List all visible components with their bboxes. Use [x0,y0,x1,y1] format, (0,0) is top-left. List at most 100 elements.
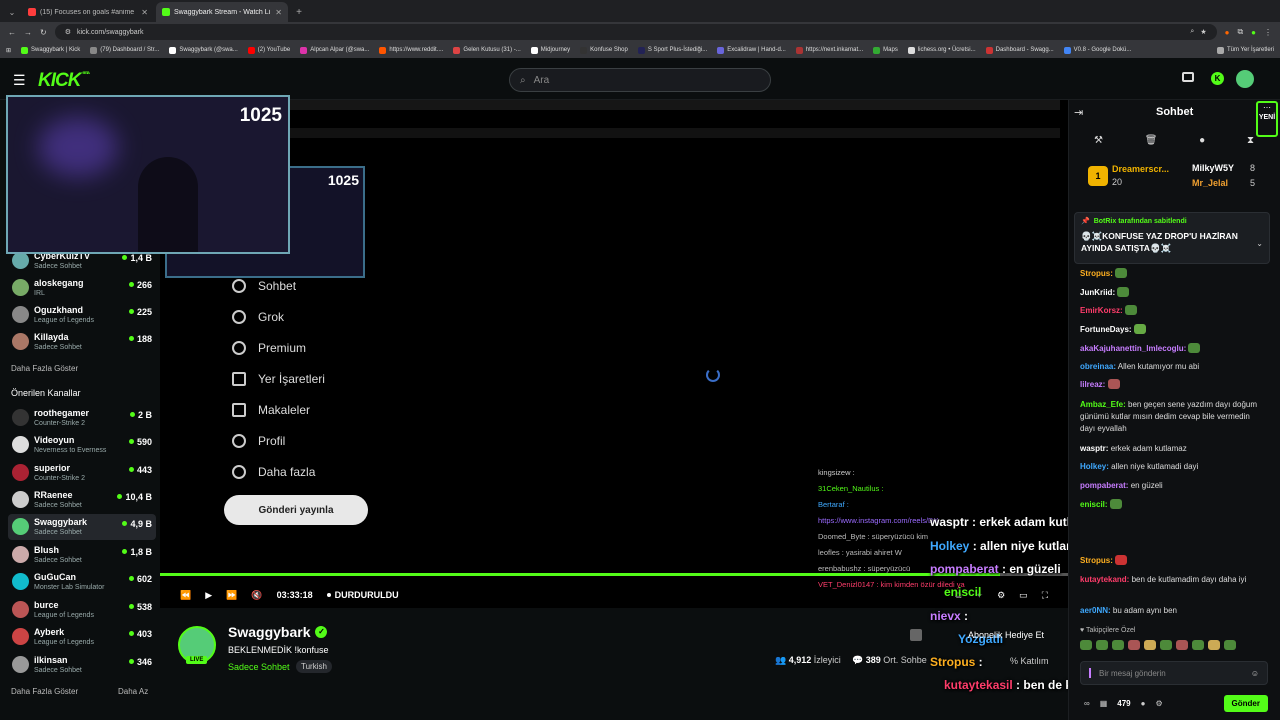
new-tab-button[interactable]: + [290,2,308,22]
channel-item[interactable]: burce League of Legends 538 [8,597,156,623]
forward-icon[interactable]: ⏩ [226,590,237,601]
forward-icon[interactable]: → [24,28,32,37]
stream-mode-icon[interactable] [1182,72,1194,82]
settings-icon[interactable]: ⚙ [1155,699,1162,708]
channel-item[interactable]: GuGuCan Monster Lab Simulator 602 [8,569,156,595]
kick-logo[interactable]: KICK BETA [38,70,90,92]
emote-icon [1133,324,1146,334]
emote-icon[interactable] [1080,640,1092,650]
channel-item[interactable]: superior Counter-Strike 2 443 [8,460,156,486]
collapse-chat-icon[interactable]: ⇥ [1074,106,1083,119]
channel-item[interactable]: ilkinsan Sadece Sohbet 346 [8,652,156,678]
show-more-link[interactable]: Daha Fazla Göster [11,364,78,373]
leaderboard: 1 Dreamerscr... 20 MilkyW5Y 8 Mr_Jelal 5 [1080,160,1268,192]
emote-icon[interactable] [1224,640,1236,650]
browser-menu-icon[interactable]: ⋮ [1264,28,1272,37]
rewind-icon[interactable]: ⏪ [180,590,191,601]
emote-icon[interactable] [1160,640,1172,650]
chat-more-button[interactable]: ⋯ YENİ [1256,101,1278,137]
bookmark-item[interactable]: Maps [873,46,898,54]
kick-k-icon[interactable]: K [1211,72,1224,85]
streamer-name[interactable]: Swaggybark ✓ [228,624,328,640]
bookmark-item[interactable]: Swaggybark | Kick [21,46,80,54]
bookmarks-bar: ⊞ Swaggybark | Kick (79) Dashboard / Str… [0,42,1280,58]
channel-item[interactable]: RRaenee Sadece Sohbet 10,4 B [8,487,156,513]
show-more-link[interactable]: Daha Fazla Göster [11,687,78,696]
bookmark-star-icon[interactable]: ★ [1200,28,1206,36]
reload-icon[interactable]: ↻ [40,28,47,37]
emote-icon[interactable] [1192,640,1204,650]
bookmark-item[interactable]: Excalidraw | Hand-d... [717,46,786,54]
user-avatar[interactable] [1236,70,1254,88]
bookmark-item[interactable]: https://www.reddit.... [379,46,443,54]
bookmark-item[interactable]: lichess.org • Ücretsi... [907,46,976,54]
url-field[interactable]: ⚙ kick.com/swaggybark ⌕ ★ [54,24,1217,40]
chevron-down-icon[interactable]: ⌄ [1256,239,1263,248]
chat-bubble-icon[interactable]: ● [1141,699,1146,708]
channel-item-selected[interactable]: Swaggybark Sadece Sohbet 4,9 B [8,514,156,540]
pinned-message[interactable]: 📌 BotRix tarafından sabitlendi 💀☠️KONFUSE… [1074,212,1270,264]
bookmark-item[interactable]: Swaggybark (@swa... [169,46,238,54]
close-tab-icon[interactable]: ✕ [141,8,148,17]
all-bookmarks[interactable]: Tüm Yer İşaretleri [1216,46,1274,54]
emote-icon[interactable] [1144,640,1156,650]
store-icon[interactable]: ▦ [1100,699,1108,708]
bookmark-item[interactable]: (2) YouTube [247,46,290,54]
overlay-chat-line: nievx : [930,609,969,623]
search-input[interactable]: ⌕ Ara [509,68,771,92]
emote-icon[interactable] [1096,640,1108,650]
send-button[interactable]: Gönder [1223,695,1268,712]
show-less-link[interactable]: Daha Az [118,687,148,696]
channel-item[interactable]: Blush Sadece Sohbet 1,8 B [8,542,156,568]
mute-icon[interactable]: 🔇 [251,590,262,601]
site-info-icon[interactable]: ⚙ [65,28,71,36]
settings-icon[interactable]: ⚙ [997,590,1005,601]
back-icon[interactable]: ← [8,28,16,37]
play-icon[interactable]: ▶ [205,590,212,601]
channel-item[interactable]: aloskegang IRL 266 [8,275,156,301]
chat-bubble-icon[interactable]: ● [1199,135,1205,146]
apps-icon[interactable]: ⊞ [6,47,11,54]
bookmark-item[interactable]: Midjourney [530,46,570,54]
bookmark-item[interactable]: Alpcan Alpar (@swa... [300,46,369,54]
bookmark-item[interactable]: (79) Dashboard / Str... [90,46,159,54]
bookmark-item[interactable]: Dashboard - Swagg... [985,46,1054,54]
channel-item[interactable]: Killayda Sadece Sohbet 188 [8,329,156,355]
browser-tab-active[interactable]: Swaggybark Stream - Watch Li ✕ [156,2,288,22]
language-tag[interactable]: Turkish [296,660,332,673]
fullscreen-icon[interactable]: ⛶ [1042,590,1048,601]
channel-item[interactable]: roothegamer Counter-Strike 22 B [8,405,156,431]
close-tab-icon[interactable]: ✕ [275,8,282,17]
bookmark-item[interactable]: V0.8 - Google Dokü... [1063,46,1131,54]
gift-subscription-button[interactable]: Abonelik Hediye Et [902,626,1052,644]
bookmark-item[interactable]: Konfuse Shop [580,46,628,54]
zoom-icon[interactable]: ⌕ [1190,28,1194,36]
avatar [12,656,29,673]
emote-icon[interactable] [1128,640,1140,650]
channel-item[interactable]: Ayberk League of Legends 403 [8,624,156,650]
bookmark-item[interactable]: https://next.inkarnat... [795,46,863,54]
chat-message: wasptr: erkek adam kutlamaz [1080,444,1187,453]
browser-tab[interactable]: (15) Focuses on goals #anime ✕ [22,2,154,22]
emoji-icon[interactable]: ☺ [1251,669,1259,678]
emote-icon[interactable] [1176,640,1188,650]
hourglass-icon[interactable]: ⧗ [1247,135,1254,146]
extension-icon[interactable]: ● [1225,28,1230,37]
channel-item[interactable]: Oguzkhand League of Legends 225 [8,302,156,328]
tab-search-icon[interactable]: ⌄ [4,2,20,22]
hammer-icon[interactable]: ⚒ [1094,135,1103,146]
chat-input[interactable]: Bir mesaj gönderin ☺ [1080,661,1268,685]
stream-category[interactable]: Sadece Sohbet [228,662,290,672]
bookmark-item[interactable]: Gelen Kutusu (31) -... [453,46,521,54]
profile-icon[interactable]: ● [1251,28,1256,37]
points-icon[interactable]: ∞ [1084,699,1090,708]
channel-item[interactable]: Videoyun Neverness to Everness 590 [8,432,156,458]
emote-icon[interactable] [1112,640,1124,650]
hamburger-menu-icon[interactable]: ☰ [13,72,26,89]
search-icon: ⌕ [520,74,526,86]
theatre-icon[interactable]: ▭ [1019,590,1028,601]
trash-icon[interactable]: 🗑 [1145,135,1158,146]
extensions-puzzle-icon[interactable]: ⧉ [1237,27,1243,37]
bookmark-item[interactable]: S Sport Plus-İstediği... [637,46,707,54]
emote-icon[interactable] [1208,640,1220,650]
